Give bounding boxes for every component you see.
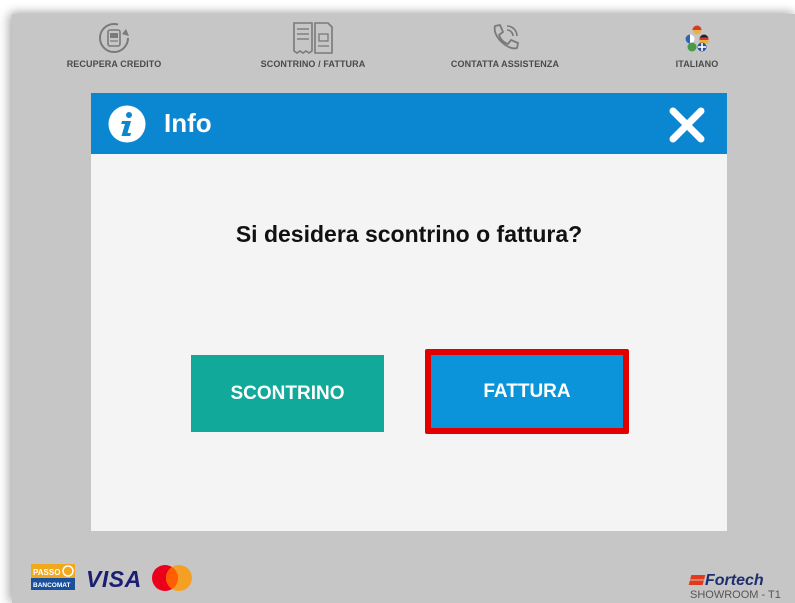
mastercard-icon bbox=[152, 565, 192, 591]
info-dialog: Info Si desidera scontrino o fattura? SC… bbox=[91, 93, 727, 531]
nav-contatta-assistenza[interactable]: CONTATTA ASSISTENZA bbox=[443, 20, 567, 74]
nav-label: CONTATTA ASSISTENZA bbox=[450, 59, 560, 69]
visa-logo: VISA bbox=[86, 566, 142, 592]
dialog-question: Si desidera scontrino o fattura? bbox=[235, 221, 583, 247]
nav-recupera-credito[interactable]: RECUPERA CREDITO bbox=[62, 20, 166, 74]
footer: PASSO BANCOMAT VISA Fortech SHOWROOM - T… bbox=[12, 554, 795, 603]
fattura-button[interactable]: FATTURA bbox=[431, 355, 623, 428]
close-icon[interactable] bbox=[668, 106, 706, 144]
location-label: SHOWROOM - T1 bbox=[690, 589, 781, 601]
top-navigation: RECUPERA CREDITO SCONTRINO / FATTURA CON… bbox=[12, 14, 795, 76]
language-flags-icon bbox=[685, 25, 709, 52]
brand-name: Fortech bbox=[705, 572, 764, 589]
kiosk-screen: RECUPERA CREDITO SCONTRINO / FATTURA CON… bbox=[12, 14, 795, 603]
receipt-invoice-icon bbox=[293, 22, 333, 54]
dialog-title: Info bbox=[164, 108, 212, 138]
dialog-header: Info bbox=[91, 93, 727, 154]
phone-assistance-icon bbox=[493, 24, 519, 50]
info-icon bbox=[108, 105, 146, 143]
scontrino-button[interactable]: SCONTRINO bbox=[191, 355, 384, 432]
nav-label: SCONTRINO / FATTURA bbox=[260, 59, 366, 69]
bancomat-bottom-text: BANCOMAT bbox=[33, 582, 70, 589]
nav-label: RECUPERA CREDITO bbox=[66, 59, 162, 69]
nav-language[interactable]: ITALIANO bbox=[662, 20, 732, 74]
refund-card-icon bbox=[99, 23, 129, 53]
nav-scontrino-fattura[interactable]: SCONTRINO / FATTURA bbox=[253, 20, 373, 74]
brand-logo: Fortech bbox=[688, 572, 764, 590]
pagobancomat-logo: PASSO BANCOMAT bbox=[31, 564, 75, 590]
brand-mark-icon bbox=[688, 575, 706, 585]
nav-label: ITALIANO bbox=[675, 59, 719, 69]
fattura-highlight: FATTURA bbox=[425, 349, 629, 434]
bancomat-top-text: PASSO bbox=[33, 568, 60, 577]
